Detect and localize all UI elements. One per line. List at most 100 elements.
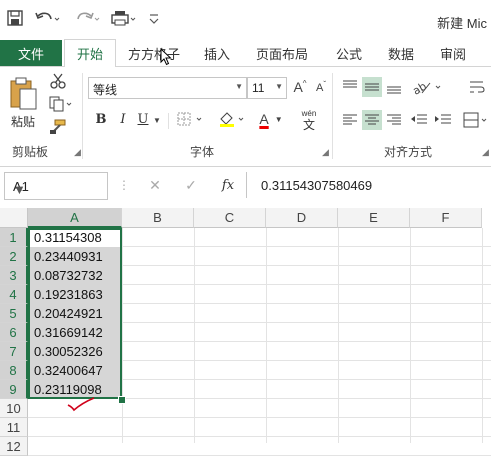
- cancel-icon[interactable]: ✕: [146, 176, 164, 194]
- decrease-indent-icon[interactable]: [408, 110, 430, 130]
- merge-center-icon[interactable]: [462, 110, 490, 130]
- fill-color-icon[interactable]: [216, 110, 250, 128]
- tab-file[interactable]: 文件: [0, 40, 62, 66]
- customize-icon[interactable]: [144, 8, 164, 28]
- tab-data[interactable]: 数据: [388, 44, 414, 63]
- font-group-label: 字体: [190, 145, 215, 159]
- phonetic-guide-button[interactable]: wén 文: [296, 107, 322, 133]
- chevron-down-icon: ▼: [235, 82, 243, 91]
- cell-a1[interactable]: 0.31154308: [29, 228, 121, 246]
- align-bottom-icon[interactable]: [384, 77, 404, 97]
- row-header-3[interactable]: 3: [0, 266, 28, 285]
- cell-a4[interactable]: 0.19231863: [29, 285, 121, 303]
- bold-button[interactable]: B: [92, 110, 110, 128]
- tab-fangfang[interactable]: 方方格子: [128, 44, 180, 63]
- tab-page-layout[interactable]: 页面布局: [256, 44, 308, 63]
- mouse-cursor-icon: [160, 47, 172, 69]
- align-top-icon[interactable]: [340, 77, 360, 97]
- wrap-text-icon[interactable]: [466, 77, 488, 97]
- column-header-c[interactable]: C: [194, 208, 266, 228]
- column-header-a[interactable]: A: [28, 208, 122, 228]
- row-header-4[interactable]: 4: [0, 285, 28, 304]
- tab-formulas[interactable]: 公式: [336, 44, 362, 63]
- group-divider: [168, 113, 169, 129]
- save-icon[interactable]: [4, 8, 26, 28]
- ribbon-tabs: 文件 开始 方方格子 插入 页面布局 公式 数据 审阅: [0, 38, 491, 67]
- row-header-1[interactable]: 1: [0, 228, 28, 247]
- align-right-icon[interactable]: [384, 110, 404, 130]
- column-header-b[interactable]: B: [122, 208, 194, 228]
- row-header-6[interactable]: 6: [0, 323, 28, 342]
- clipboard-launcher-icon[interactable]: ◢: [74, 147, 81, 158]
- insert-function-button[interactable]: fx: [218, 176, 238, 194]
- row-header-12[interactable]: 12: [0, 437, 28, 456]
- cell-a7[interactable]: 0.30052326: [29, 342, 121, 360]
- worksheet-grid[interactable]: ABCDEF 1 2 3 4 5 6 7 8 9 10 11 12 0.31154308 0.23440…: [0, 208, 491, 456]
- undo-icon[interactable]: [32, 8, 62, 28]
- copy-icon[interactable]: [46, 94, 76, 114]
- row-header-11[interactable]: 11: [0, 418, 28, 437]
- name-box[interactable]: A1 ▼: [4, 172, 108, 200]
- grid-line: [338, 228, 339, 443]
- row-header-9[interactable]: 9: [0, 380, 28, 399]
- align-left-icon[interactable]: [340, 110, 360, 130]
- formula-bar-grip-icon: ⋮: [118, 178, 130, 192]
- chevron-down-icon: ▼: [274, 114, 283, 124]
- redo-icon[interactable]: [72, 8, 102, 28]
- row-header-8[interactable]: 8: [0, 361, 28, 380]
- paste-button[interactable]: 粘贴: [6, 73, 40, 133]
- format-painter-icon[interactable]: [46, 117, 70, 137]
- italic-button[interactable]: I: [114, 110, 132, 128]
- phonetic-pinyin: wén: [301, 108, 317, 118]
- ribbon-home: 粘贴 剪贴板 ◢ 等线 ▼ 11 ▼ A ^ Aˇ B I U ▼ A ▼ wén…: [0, 67, 491, 167]
- tab-review[interactable]: 审阅: [440, 44, 466, 63]
- grid-line: [28, 417, 491, 418]
- increase-indent-icon[interactable]: [432, 110, 454, 130]
- column-header-f[interactable]: F: [410, 208, 482, 228]
- row-header-2[interactable]: 2: [0, 247, 28, 266]
- row-header-7[interactable]: 7: [0, 342, 28, 361]
- cut-icon[interactable]: [46, 71, 70, 91]
- phonetic-char: 文: [302, 117, 315, 132]
- grid-line: [28, 436, 491, 437]
- align-center-icon[interactable]: [362, 110, 382, 130]
- column-header-e[interactable]: E: [338, 208, 410, 228]
- cell-a3[interactable]: 0.08732732: [29, 266, 121, 284]
- cell-a5[interactable]: 0.20424921: [29, 304, 121, 322]
- font-name-value: 等线: [93, 83, 118, 97]
- grid-line: [410, 228, 411, 443]
- font-launcher-icon[interactable]: ◢: [322, 147, 329, 158]
- cell-a6[interactable]: 0.31669142: [29, 323, 121, 341]
- fill-handle[interactable]: [118, 396, 126, 404]
- select-all-corner[interactable]: [0, 208, 28, 228]
- row-header-10[interactable]: 10: [0, 399, 28, 418]
- font-name-select[interactable]: 等线 ▼: [88, 77, 247, 99]
- orientation-icon[interactable]: ab: [410, 77, 446, 97]
- chevron-down-icon[interactable]: ▼: [152, 115, 162, 125]
- row-header-5[interactable]: 5: [0, 304, 28, 323]
- font-color-icon: A: [259, 111, 269, 127]
- cell-a9[interactable]: 0.23119098: [29, 380, 121, 398]
- font-color-button[interactable]: A ▼: [254, 109, 288, 129]
- print-preview-icon[interactable]: [108, 8, 140, 28]
- grow-font-icon: A: [293, 79, 303, 95]
- alignment-group-label: 对齐方式: [384, 145, 433, 159]
- alignment-launcher-icon[interactable]: ◢: [482, 147, 489, 158]
- clipboard-group-label: 剪贴板: [12, 145, 49, 159]
- cell-a8[interactable]: 0.32400647: [29, 361, 121, 379]
- align-middle-icon[interactable]: [362, 77, 382, 97]
- document-title: 新建 Mic: [437, 16, 487, 31]
- formula-input[interactable]: 0.31154307580469: [246, 172, 491, 198]
- font-size-select[interactable]: 11 ▼: [247, 77, 287, 99]
- cell-a2[interactable]: 0.23440931: [29, 247, 121, 265]
- enter-icon[interactable]: ✓: [182, 176, 200, 194]
- formula-bar: A1 ▼ ⋮ ✕ ✓ fx 0.31154307580469: [0, 168, 491, 204]
- grow-font-button[interactable]: A ^: [290, 77, 310, 97]
- shrink-font-button[interactable]: Aˇ: [312, 79, 330, 97]
- underline-button[interactable]: U: [134, 110, 152, 128]
- tab-home[interactable]: 开始: [64, 39, 117, 67]
- borders-icon[interactable]: [174, 110, 208, 128]
- tab-insert[interactable]: 插入: [204, 44, 230, 63]
- shrink-font-icon: A: [315, 82, 324, 94]
- column-header-d[interactable]: D: [266, 208, 338, 228]
